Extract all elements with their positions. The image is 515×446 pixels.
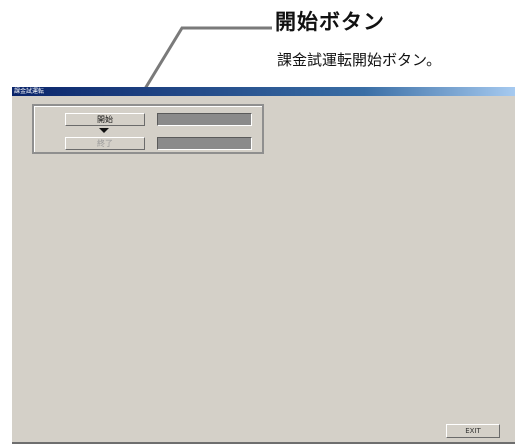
down-arrow-icon: [99, 128, 109, 133]
app-window: 課金試運転 開始 終了 EXIT: [12, 87, 515, 444]
start-status-field: [157, 113, 252, 126]
test-run-group: 開始 終了: [32, 104, 264, 154]
end-status-field: [157, 137, 252, 150]
end-button[interactable]: 終了: [65, 137, 145, 150]
callout-description: 課金試運転開始ボタン。: [277, 51, 442, 69]
start-button[interactable]: 開始: [65, 113, 145, 126]
exit-button[interactable]: EXIT: [446, 424, 500, 438]
callout-title: 開始ボタン: [275, 10, 385, 34]
window-title: 課金試運転: [12, 87, 515, 96]
